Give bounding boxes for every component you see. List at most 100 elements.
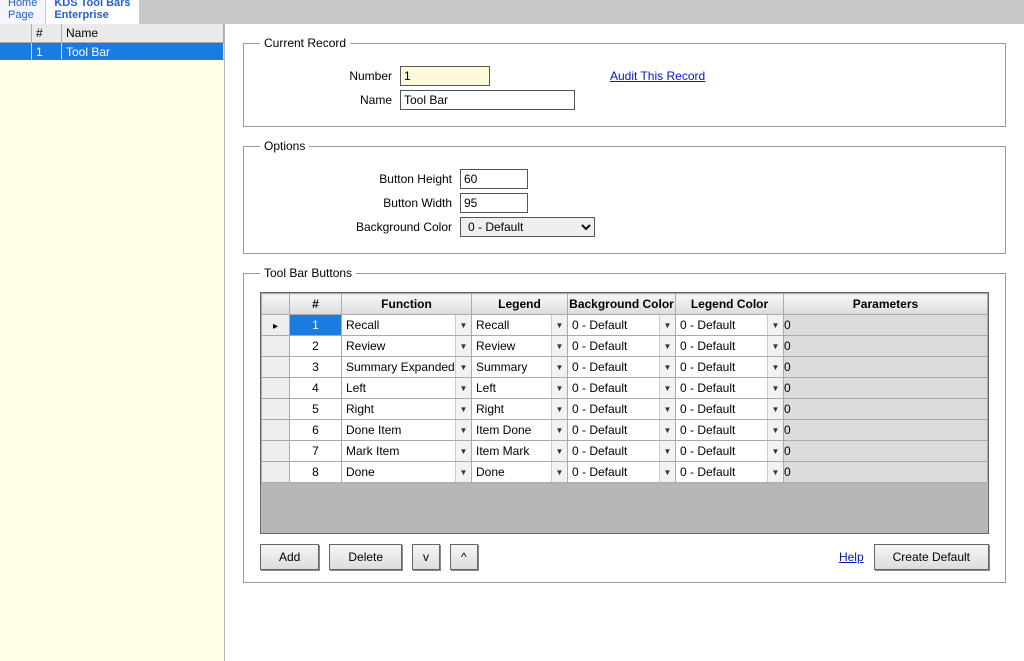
legendcolor-cell[interactable]: 0 - Default▼	[676, 399, 784, 420]
dropdown-icon[interactable]: ▼	[455, 399, 471, 419]
dropdown-icon[interactable]: ▼	[659, 441, 675, 461]
grid-row[interactable]: 8Done▼Done▼0 - Default▼0 - Default▼0	[262, 462, 988, 483]
delete-button[interactable]: Delete	[329, 544, 402, 570]
dropdown-icon[interactable]: ▼	[551, 315, 567, 335]
dropdown-icon[interactable]: ▼	[659, 420, 675, 440]
list-header-name[interactable]: Name	[62, 24, 224, 43]
legendcolor-cell[interactable]: 0 - Default▼	[676, 462, 784, 483]
dropdown-icon[interactable]: ▼	[767, 357, 783, 377]
dropdown-icon[interactable]: ▼	[551, 420, 567, 440]
grid-row[interactable]: 6Done Item▼Item Done▼0 - Default▼0 - Def…	[262, 420, 988, 441]
grid-row[interactable]: 7Mark Item▼Item Mark▼0 - Default▼0 - Def…	[262, 441, 988, 462]
legend-cell[interactable]: Item Done▼	[472, 420, 568, 441]
grid-row[interactable]: 3Summary Expanded▼Summary▼0 - Default▼0 …	[262, 357, 988, 378]
grid-row[interactable]: 2Review▼Review▼0 - Default▼0 - Default▼0	[262, 336, 988, 357]
name-input[interactable]	[400, 90, 575, 110]
dropdown-icon[interactable]: ▼	[767, 462, 783, 482]
legendcolor-cell[interactable]: 0 - Default▼	[676, 420, 784, 441]
move-down-button[interactable]: v	[412, 544, 440, 570]
legend-cell[interactable]: Left▼	[472, 378, 568, 399]
button-width-input[interactable]	[460, 193, 528, 213]
audit-this-record-link[interactable]: Audit This Record	[610, 69, 705, 83]
help-link[interactable]: Help	[839, 550, 864, 564]
dropdown-icon[interactable]: ▼	[767, 315, 783, 335]
create-default-button[interactable]: Create Default	[874, 544, 989, 570]
legendcolor-cell[interactable]: 0 - Default▼	[676, 336, 784, 357]
dropdown-icon[interactable]: ▼	[659, 378, 675, 398]
tab-kds-tool-bars[interactable]: KDS Tool Bars Enterprise	[46, 0, 139, 24]
legendcolor-cell[interactable]: 0 - Default▼	[676, 315, 784, 336]
add-button[interactable]: Add	[260, 544, 319, 570]
dropdown-icon[interactable]: ▼	[767, 420, 783, 440]
dropdown-icon[interactable]: ▼	[659, 336, 675, 356]
dropdown-icon[interactable]: ▼	[767, 399, 783, 419]
bgcolor-cell[interactable]: 0 - Default▼	[568, 315, 676, 336]
dropdown-icon[interactable]: ▼	[551, 336, 567, 356]
function-cell[interactable]: Recall▼	[342, 315, 472, 336]
legendcolor-cell[interactable]: 0 - Default▼	[676, 357, 784, 378]
grid-row[interactable]: 4Left▼Left▼0 - Default▼0 - Default▼0	[262, 378, 988, 399]
function-cell[interactable]: Done Item▼	[342, 420, 472, 441]
bgcolor-cell[interactable]: 0 - Default▼	[568, 399, 676, 420]
dropdown-icon[interactable]: ▼	[551, 357, 567, 377]
legend-cell[interactable]: Right▼	[472, 399, 568, 420]
row-selector[interactable]	[262, 441, 290, 462]
legend-cell[interactable]: Review▼	[472, 336, 568, 357]
row-selector[interactable]	[262, 462, 290, 483]
row-selector[interactable]	[262, 399, 290, 420]
grid-header-function[interactable]: Function	[342, 294, 472, 315]
grid-header-bgcolor[interactable]: Background Color	[568, 294, 676, 315]
dropdown-icon[interactable]: ▼	[659, 357, 675, 377]
function-cell[interactable]: Done▼	[342, 462, 472, 483]
parameters-cell[interactable]: 0	[784, 420, 988, 441]
legendcolor-cell[interactable]: 0 - Default▼	[676, 441, 784, 462]
function-cell[interactable]: Right▼	[342, 399, 472, 420]
dropdown-icon[interactable]: ▼	[551, 399, 567, 419]
bgcolor-cell[interactable]: 0 - Default▼	[568, 378, 676, 399]
bgcolor-cell[interactable]: 0 - Default▼	[568, 336, 676, 357]
dropdown-icon[interactable]: ▼	[455, 315, 471, 335]
row-selector[interactable]	[262, 336, 290, 357]
button-height-input[interactable]	[460, 169, 528, 189]
dropdown-icon[interactable]: ▼	[767, 336, 783, 356]
legend-cell[interactable]: Item Mark▼	[472, 441, 568, 462]
function-cell[interactable]: Review▼	[342, 336, 472, 357]
number-input[interactable]	[400, 66, 490, 86]
dropdown-icon[interactable]: ▼	[455, 462, 471, 482]
dropdown-icon[interactable]: ▼	[455, 357, 471, 377]
row-selector[interactable]	[262, 420, 290, 441]
function-cell[interactable]: Left▼	[342, 378, 472, 399]
background-color-select[interactable]: 0 - Default	[460, 217, 595, 237]
grid-header-num[interactable]: #	[290, 294, 342, 315]
dropdown-icon[interactable]: ▼	[455, 420, 471, 440]
dropdown-icon[interactable]: ▼	[455, 336, 471, 356]
grid-row[interactable]: 5Right▼Right▼0 - Default▼0 - Default▼0	[262, 399, 988, 420]
dropdown-icon[interactable]: ▼	[551, 441, 567, 461]
dropdown-icon[interactable]: ▼	[455, 441, 471, 461]
legend-cell[interactable]: Summary▼	[472, 357, 568, 378]
list-row[interactable]: 1Tool Bar	[0, 43, 224, 60]
dropdown-icon[interactable]: ▼	[455, 378, 471, 398]
row-selector[interactable]	[262, 357, 290, 378]
move-up-button[interactable]: ^	[450, 544, 478, 570]
row-selector[interactable]	[262, 315, 290, 336]
tab-home[interactable]: Home Page	[0, 0, 46, 24]
grid-row[interactable]: 1Recall▼Recall▼0 - Default▼0 - Default▼0	[262, 315, 988, 336]
dropdown-icon[interactable]: ▼	[767, 441, 783, 461]
dropdown-icon[interactable]: ▼	[551, 462, 567, 482]
parameters-cell[interactable]: 0	[784, 378, 988, 399]
grid-header-legend[interactable]: Legend	[472, 294, 568, 315]
grid-header-legendcolor[interactable]: Legend Color	[676, 294, 784, 315]
list-header-num[interactable]: #	[32, 24, 62, 43]
dropdown-icon[interactable]: ▼	[659, 315, 675, 335]
legend-cell[interactable]: Done▼	[472, 462, 568, 483]
parameters-cell[interactable]: 0	[784, 336, 988, 357]
dropdown-icon[interactable]: ▼	[659, 399, 675, 419]
parameters-cell[interactable]: 0	[784, 399, 988, 420]
legend-cell[interactable]: Recall▼	[472, 315, 568, 336]
parameters-cell[interactable]: 0	[784, 315, 988, 336]
legendcolor-cell[interactable]: 0 - Default▼	[676, 378, 784, 399]
grid-header-parameters[interactable]: Parameters	[784, 294, 988, 315]
parameters-cell[interactable]: 0	[784, 462, 988, 483]
parameters-cell[interactable]: 0	[784, 441, 988, 462]
